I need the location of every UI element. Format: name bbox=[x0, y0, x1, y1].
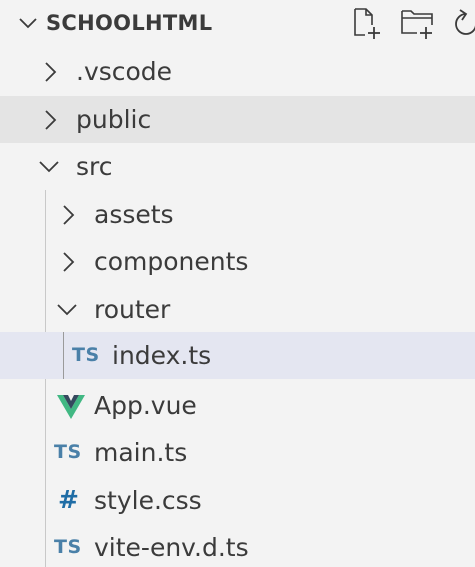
indent-guide bbox=[63, 332, 64, 379]
folder-label: public bbox=[76, 105, 152, 134]
folder-label: router bbox=[94, 295, 171, 324]
chevron-right-icon bbox=[58, 251, 78, 273]
tree-item-assets-folder[interactable]: assets bbox=[0, 191, 475, 238]
chevron-down-icon bbox=[38, 156, 60, 178]
tree-item-router-folder[interactable]: router bbox=[0, 286, 475, 333]
typescript-file-icon: TS bbox=[54, 441, 82, 463]
css-file-icon: # bbox=[58, 485, 79, 514]
new-folder-icon[interactable] bbox=[400, 6, 434, 40]
typescript-file-icon: TS bbox=[54, 536, 82, 558]
tree-item-components-folder[interactable]: components bbox=[0, 238, 475, 285]
file-label: App.vue bbox=[94, 391, 197, 420]
file-label: style.css bbox=[94, 486, 202, 515]
section-title: SCHOOLHTML bbox=[46, 11, 213, 35]
file-label: vite-env.d.ts bbox=[94, 533, 249, 562]
tree-item-vscode-folder[interactable]: .vscode bbox=[0, 48, 475, 95]
file-label: index.ts bbox=[112, 341, 212, 370]
chevron-right-icon bbox=[58, 204, 78, 226]
explorer-section-header[interactable]: SCHOOLHTML bbox=[0, 0, 475, 46]
tree-item-main-ts[interactable]: TS main.ts bbox=[0, 429, 475, 476]
chevron-right-icon bbox=[40, 109, 60, 131]
typescript-file-icon: TS bbox=[72, 344, 100, 366]
tree-item-public-folder[interactable]: public bbox=[0, 96, 475, 143]
tree-item-vite-env-d-ts[interactable]: TS vite-env.d.ts bbox=[0, 524, 475, 567]
new-file-icon[interactable] bbox=[350, 6, 384, 40]
folder-label: src bbox=[76, 152, 113, 181]
chevron-down-icon[interactable] bbox=[18, 13, 38, 33]
folder-label: assets bbox=[94, 200, 174, 229]
vue-file-icon bbox=[57, 395, 85, 419]
tree-item-src-folder[interactable]: src bbox=[0, 143, 475, 190]
refresh-icon[interactable] bbox=[452, 6, 475, 40]
chevron-right-icon bbox=[40, 61, 60, 83]
folder-label: components bbox=[94, 247, 249, 276]
chevron-down-icon bbox=[56, 299, 78, 321]
tree-item-style-css[interactable]: # style.css bbox=[0, 477, 475, 524]
folder-label: .vscode bbox=[76, 57, 173, 86]
tree-item-app-vue[interactable]: App.vue bbox=[0, 382, 475, 429]
tree-item-index-ts[interactable]: TS index.ts bbox=[0, 332, 475, 379]
file-label: main.ts bbox=[94, 438, 188, 467]
file-explorer: SCHOOLHTML .vscode public src assets com… bbox=[0, 0, 475, 567]
